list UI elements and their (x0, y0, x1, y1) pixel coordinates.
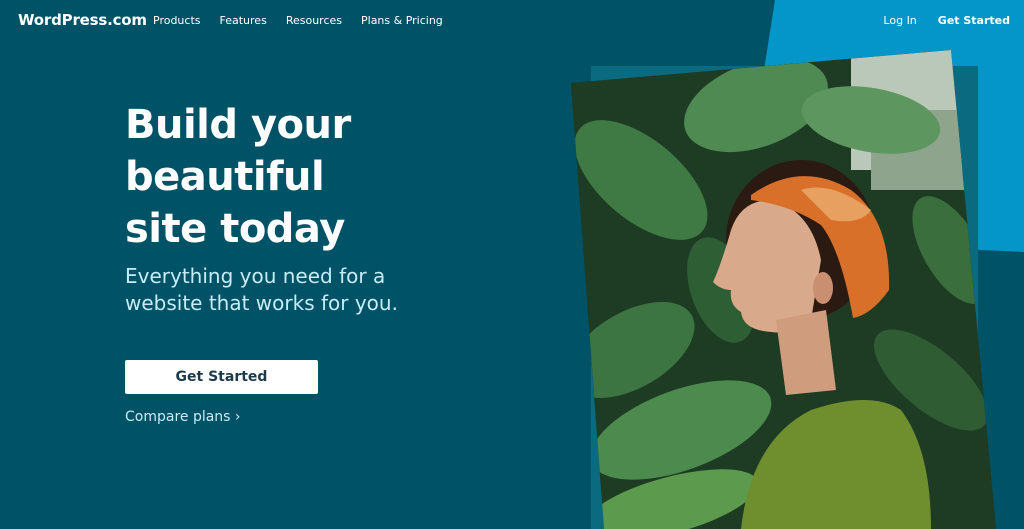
hero-title-line-2: beautiful (125, 154, 325, 200)
logo[interactable]: WordPress.com (18, 11, 147, 29)
hero-subtitle: Everything you need for a website that w… (125, 264, 398, 315)
nav-products[interactable]: Products (153, 14, 201, 27)
hero-title-line-3: site today (125, 206, 345, 252)
hero-photo (571, 50, 996, 529)
compare-plans-link[interactable]: Compare plans › (125, 409, 241, 425)
login-link[interactable]: Log In (883, 14, 916, 27)
hero-title: Build your beautiful site today (125, 99, 445, 255)
hero-title-line-1: Build your (125, 102, 351, 148)
nav-links: Products Features Resources Plans & Pric… (153, 14, 462, 27)
top-nav: WordPress.com Products Features Resource… (0, 0, 1024, 44)
get-started-button[interactable]: Get Started (125, 360, 318, 394)
nav-resources[interactable]: Resources (286, 14, 342, 27)
nav-right: Log In Get Started (862, 14, 1010, 27)
photo-illustration (571, 50, 996, 529)
nav-get-started-link[interactable]: Get Started (938, 14, 1010, 27)
nav-plans-pricing[interactable]: Plans & Pricing (361, 14, 443, 27)
nav-features[interactable]: Features (220, 14, 267, 27)
